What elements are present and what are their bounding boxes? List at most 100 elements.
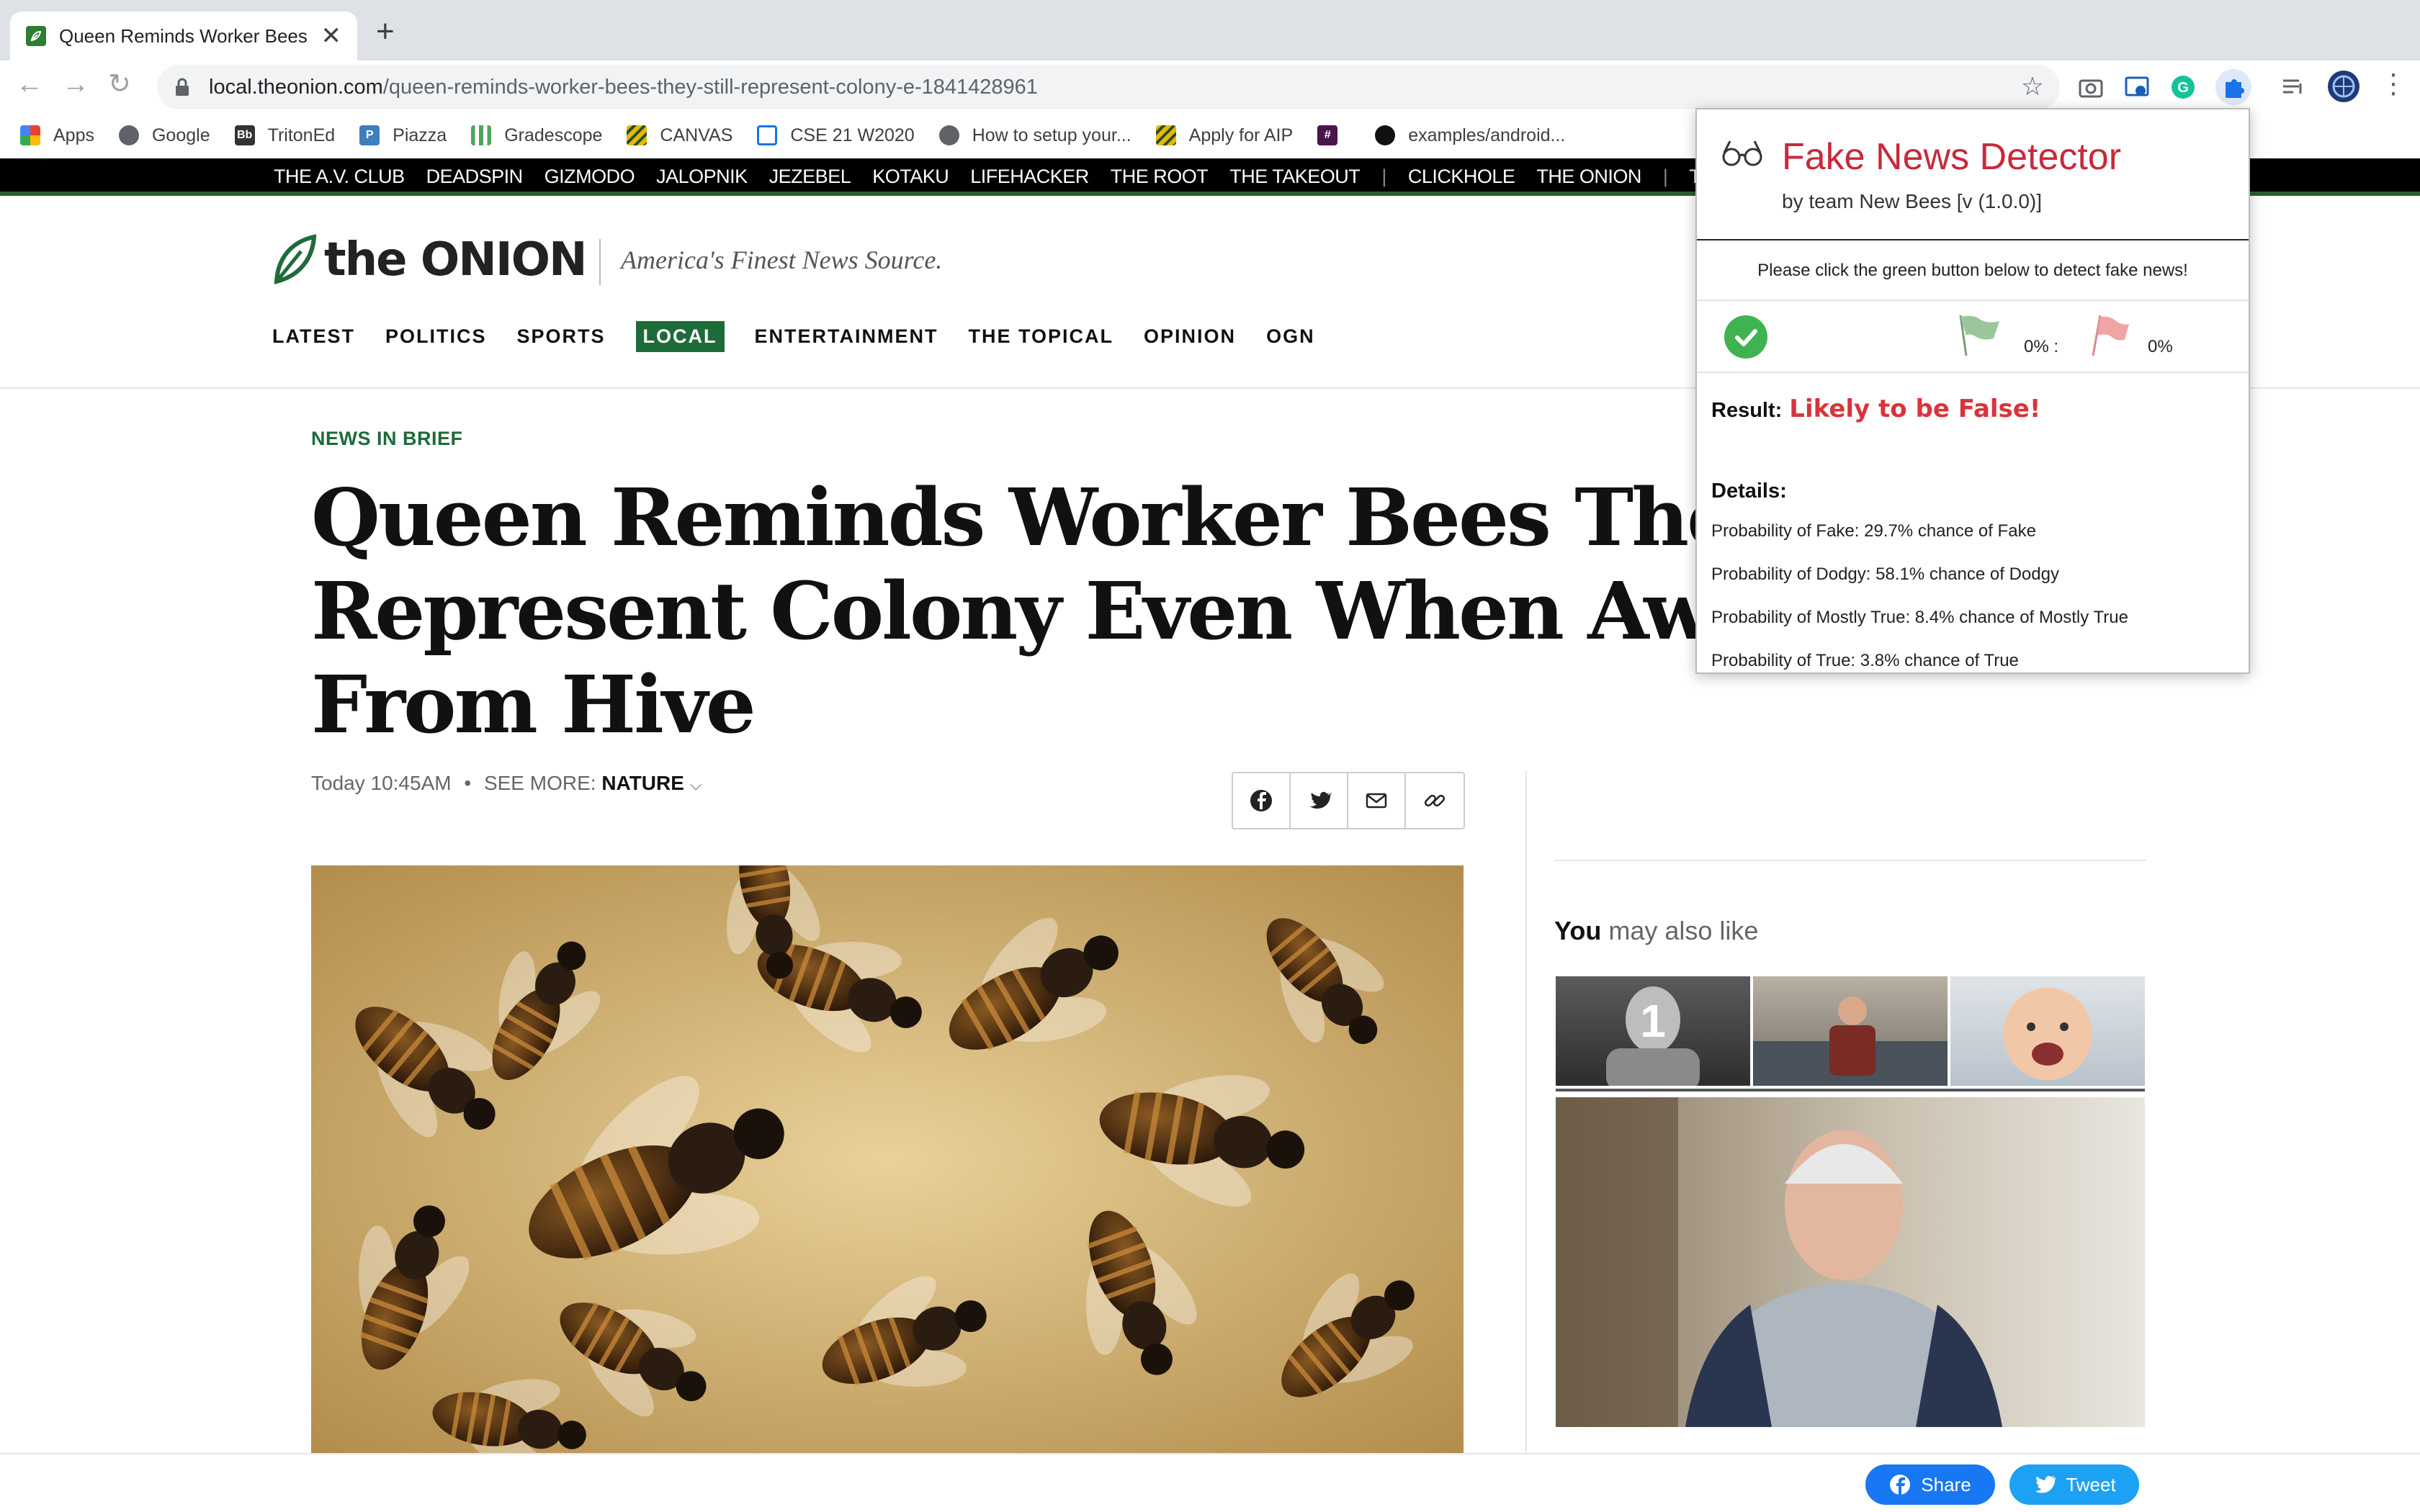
onion-logo[interactable]: the ONION (272, 233, 588, 287)
network-link[interactable]: DEADSPIN (426, 166, 524, 188)
bookmark-label: examples/android... (1408, 125, 1566, 145)
site-nav-item-sports[interactable]: SPORTS (517, 325, 606, 348)
profile-avatar-icon[interactable] (2326, 69, 2361, 104)
slack-icon: # (1317, 125, 1338, 145)
see-more-tag[interactable]: NATURE (601, 772, 684, 794)
network-link[interactable]: THE ROOT (1111, 166, 1209, 188)
piazza-icon: P (359, 125, 380, 145)
address-bar[interactable]: local.theonion.com/queen-reminds-worker-… (157, 65, 2060, 109)
extension-team: by team New Bees [v (1.0.0)] (1782, 190, 2043, 212)
details-label: Details: (1711, 480, 1787, 503)
network-links: THE A.V. CLUB DEADSPIN GIZMODO JALOPNIK JEZE… (274, 166, 1842, 188)
twitter-icon (1310, 791, 1332, 809)
bookmark-gradescope[interactable]: Gradescope (471, 125, 602, 146)
bookmark-slack[interactable]: # (1317, 125, 1350, 145)
canvas-icon (627, 125, 647, 145)
chevron-down-icon[interactable]: ⌵ (690, 775, 702, 793)
facebook-share-button[interactable] (1233, 773, 1291, 828)
false-percentage: 0% (2148, 337, 2173, 356)
bookmark-piazza[interactable]: P Piazza (359, 125, 447, 146)
result-verdict: Likely to be False! (1789, 395, 2041, 423)
green-flag-icon[interactable] (1955, 312, 2001, 359)
screen-capture-icon[interactable] (2123, 73, 2151, 101)
tab-close-icon[interactable]: ✕ (321, 24, 342, 48)
bookmark-setup[interactable]: How to setup your... (938, 125, 1131, 146)
related-thumb-1[interactable]: 1 (1556, 976, 1750, 1086)
related-thumb-3[interactable] (1950, 976, 2145, 1086)
twitter-tweet-pill[interactable]: Tweet (2009, 1464, 2139, 1505)
bookmark-label: TritonEd (267, 125, 336, 145)
url-path: /queen-reminds-worker-bees-they-still-re… (382, 75, 1038, 99)
bookmark-cse21[interactable]: CSE 21 W2020 (757, 125, 915, 146)
browser-tab[interactable]: Queen Reminds Worker Bees T ✕ (10, 12, 357, 60)
related-heading-strong: You (1554, 916, 1602, 945)
new-tab-button[interactable]: + (376, 16, 395, 48)
site-nav-item-local[interactable]: LOCAL (635, 321, 725, 352)
detect-button[interactable] (1724, 315, 1767, 359)
bookmark-star-icon[interactable]: ☆ (2021, 73, 2044, 99)
related-heading-rest: may also like (1601, 916, 1759, 945)
article-kicker[interactable]: NEWS IN BRIEF (311, 428, 463, 450)
chrome-menu-icon[interactable]: ⋮ (2380, 71, 2407, 98)
site-nav-item-politics[interactable]: POLITICS (385, 325, 487, 348)
site-nav: LATEST POLITICS SPORTS LOCAL ENTERTAINMENT TH… (272, 321, 1315, 352)
forward-arrow-icon[interactable]: → (62, 71, 89, 98)
bookmark-canvas[interactable]: CANVAS (627, 125, 732, 146)
network-separator: | (1662, 166, 1668, 187)
bookmark-label: CSE 21 W2020 (790, 125, 915, 145)
bees-illustration (311, 865, 1464, 1453)
site-nav-item-entertainment[interactable]: ENTERTAINMENT (755, 325, 938, 348)
site-nav-item-opinion[interactable]: OPINION (1144, 325, 1236, 348)
reload-icon[interactable]: ↻ (108, 71, 131, 98)
canvas-icon (1155, 125, 1176, 145)
twitter-icon (2035, 1475, 2056, 1493)
network-link[interactable]: THE ONION (1536, 166, 1641, 188)
site-nav-item-latest[interactable]: LATEST (272, 325, 355, 348)
media-queue-icon[interactable] (2280, 73, 2308, 101)
related-thumb-2[interactable] (1753, 976, 1948, 1086)
apps-grid-icon (20, 125, 40, 145)
extension-puzzle-icon[interactable] (2215, 69, 2251, 105)
browser-toolbar: ← → ↻ local.theonion.com/queen-reminds-w… (0, 60, 2420, 112)
site-nav-item-the-topical[interactable]: THE TOPICAL (969, 325, 1114, 348)
bookmark-tritoned[interactable]: Bb TritonEd (234, 125, 336, 146)
popup-header: Fake News Detector by team New Bees [v (… (1697, 109, 2249, 240)
thumbs-rule (1556, 1089, 2145, 1092)
copy-link-button[interactable] (1406, 773, 1464, 828)
network-link[interactable]: THE TAKEOUT (1229, 166, 1361, 188)
bookmark-github[interactable]: examples/android... (1375, 125, 1565, 146)
tweet-label: Tweet (2066, 1473, 2116, 1495)
see-more-label: SEE MORE: (483, 772, 596, 794)
camera-icon[interactable] (2077, 73, 2105, 101)
network-link[interactable]: JALOPNIK (656, 166, 748, 188)
back-arrow-icon[interactable]: ← (16, 71, 43, 98)
related-heading: You may also like (1554, 916, 1758, 946)
site-nav-item-ogn[interactable]: OGN (1266, 325, 1315, 348)
tagline-divider (599, 239, 601, 285)
bookmark-apps[interactable]: Apps (20, 125, 94, 146)
email-share-button[interactable] (1348, 773, 1406, 828)
bookmark-google[interactable]: Google (118, 125, 210, 146)
globe-icon (938, 125, 959, 145)
related-thumb-3-art (2003, 988, 2092, 1080)
network-link[interactable]: CLICKHOLE (1408, 166, 1515, 188)
network-link[interactable]: LIFEHACKER (970, 166, 1089, 188)
related-thumb-2-art (1753, 996, 1948, 1086)
onion-wordmark: the ONION (324, 233, 588, 287)
onion-favicon-icon (26, 26, 46, 46)
network-link[interactable]: JEZEBEL (769, 166, 851, 188)
grammarly-icon[interactable]: G (2169, 73, 2197, 101)
red-flag-icon[interactable] (2086, 312, 2132, 359)
twitter-share-button[interactable] (1291, 773, 1348, 828)
related-feature-image[interactable] (1556, 1097, 2145, 1427)
related-thumb-1-art: 1 (1606, 986, 1700, 1086)
facebook-share-pill[interactable]: Share (1865, 1464, 1995, 1505)
bookmark-label: Google (151, 125, 210, 145)
network-link[interactable]: KOTAKU (872, 166, 949, 188)
bookmark-aip[interactable]: Apply for AIP (1155, 125, 1293, 146)
github-icon (1375, 125, 1396, 145)
network-link[interactable]: THE A.V. CLUB (274, 166, 405, 188)
article-time: Today 10:45AM (311, 772, 452, 794)
bookmark-label: Apps (53, 125, 94, 145)
network-link[interactable]: GIZMODO (544, 166, 635, 188)
